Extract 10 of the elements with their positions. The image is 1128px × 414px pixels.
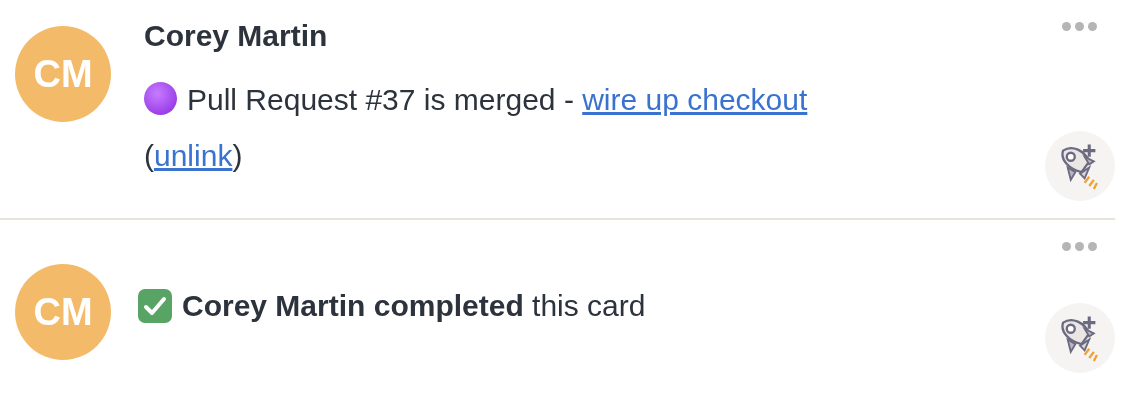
rocket-icon <box>1060 141 1100 191</box>
user-avatar: CM <box>15 26 111 122</box>
checkmark-icon <box>138 289 172 323</box>
user-avatar: CM <box>15 264 111 360</box>
merged-status-icon <box>144 82 177 115</box>
author-name: Corey Martin <box>144 18 328 54</box>
rocket-icon <box>1060 313 1100 363</box>
activity-text: Pull Request #37 is merged - wire up checkout (unlink) <box>144 81 809 174</box>
activity-text: Corey Martin completed this card <box>182 288 647 324</box>
pull-request-link[interactable]: wire up checkout <box>582 83 808 116</box>
